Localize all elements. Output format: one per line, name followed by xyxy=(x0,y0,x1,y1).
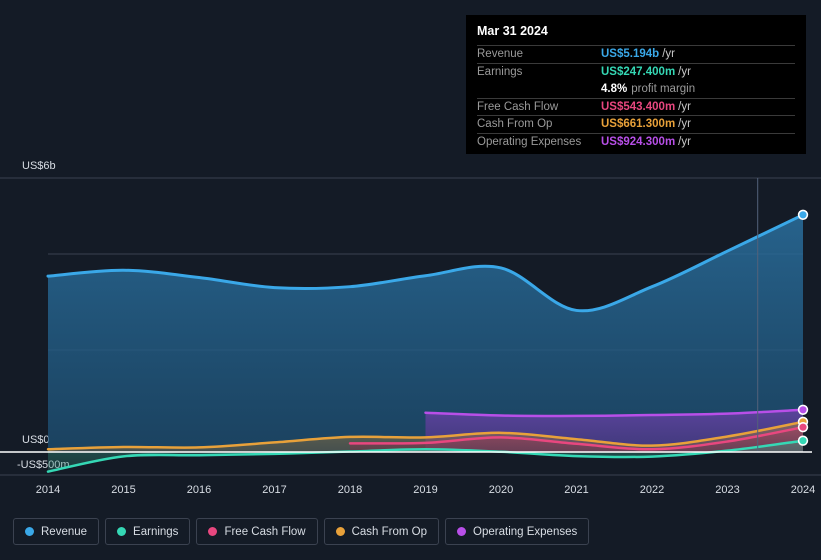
legend-color-dot-icon xyxy=(117,527,127,536)
tooltip-row: Cash From Op US$661.300m/yr xyxy=(477,115,795,133)
chart-tooltip: Mar 31 2024 Revenue US$5.194b/yr Earnings U… xyxy=(466,15,806,154)
tooltip-row-unit: /yr xyxy=(678,135,691,148)
tooltip-row-unit: /yr xyxy=(678,65,691,78)
legend-item-label: Free Cash Flow xyxy=(224,525,306,538)
legend-color-dot-icon xyxy=(335,527,345,536)
legend-item-label: Earnings xyxy=(133,525,179,538)
chart-legend[interactable]: Revenue Earnings Free Cash Flow Cash From O… xyxy=(13,518,590,545)
tooltip-row-value: US$247.400m xyxy=(601,65,676,78)
x-axis-tick-2018: 2018 xyxy=(337,484,363,496)
end-marker-dot xyxy=(799,423,807,431)
end-marker-earnings[interactable] xyxy=(797,435,809,446)
tooltip-row-unit: /yr xyxy=(662,48,675,61)
x-axis-tick-2023: 2023 xyxy=(715,484,740,496)
tooltip-row: 4.8% profit margin xyxy=(477,80,795,98)
tooltip-row-value: US$924.300m xyxy=(601,135,676,148)
tooltip-row-value: 4.8% xyxy=(601,82,628,95)
tooltip-row-unit: /yr xyxy=(678,100,691,113)
x-axis-tick-2019: 2019 xyxy=(413,484,438,496)
legend-color-dot-icon xyxy=(457,527,467,536)
tooltip-row: Free Cash Flow US$543.400m/yr xyxy=(477,97,795,116)
chart-page: Mar 31 2024 Revenue US$5.194b/yr Earnings U… xyxy=(0,0,821,560)
tooltip-row-value: US$661.300m xyxy=(601,118,676,131)
tooltip-row-label: Cash From Op xyxy=(477,118,553,131)
legend-item-free-cash-flow[interactable]: Free Cash Flow xyxy=(196,518,318,545)
legend-item-cash-from-op[interactable]: Cash From Op xyxy=(323,518,440,545)
end-marker-free-cash-flow[interactable] xyxy=(797,421,809,433)
x-axis-tick-2022: 2022 xyxy=(639,484,665,496)
end-marker-dot xyxy=(799,437,807,445)
end-marker-revenue[interactable] xyxy=(797,209,809,221)
legend-item-label: Cash From Op xyxy=(351,525,428,538)
legend-color-dot-icon xyxy=(25,527,34,536)
legend-item-operating-expenses[interactable]: Operating Expenses xyxy=(445,518,590,545)
tooltip-row: Operating Expenses US$924.300m/yr xyxy=(477,132,795,151)
x-axis-tick-2015: 2015 xyxy=(111,484,136,496)
legend-item-revenue[interactable]: Revenue xyxy=(13,518,100,545)
x-axis-tick-2020: 2020 xyxy=(488,484,514,496)
x-axis-tick-2021: 2021 xyxy=(564,484,589,496)
tooltip-rows: Revenue US$5.194b/yr Earnings US$247.400m/y… xyxy=(477,45,795,150)
x-axis-tick-2016: 2016 xyxy=(186,484,212,496)
legend-color-dot-icon xyxy=(208,527,218,536)
tooltip-row-label: Earnings xyxy=(477,65,523,78)
legend-item-label: Operating Expenses xyxy=(473,525,578,538)
tooltip-row-value: US$5.194b xyxy=(601,48,660,61)
tooltip-row-label: Revenue xyxy=(477,48,524,61)
tooltip-row: Earnings US$247.400m/yr xyxy=(477,62,795,81)
end-marker-dot xyxy=(799,211,807,219)
legend-item-label: Revenue xyxy=(41,525,88,538)
x-axis-tick-2024: 2024 xyxy=(790,484,816,496)
tooltip-row: Revenue US$5.194b/yr xyxy=(477,45,795,63)
legend-item-earnings[interactable]: Earnings xyxy=(105,518,191,545)
tooltip-row-unit: /yr xyxy=(678,118,691,131)
chart-plot-area[interactable] xyxy=(0,158,821,483)
tooltip-profit-margin-label: profit margin xyxy=(631,82,696,95)
tooltip-row-value: US$543.400m xyxy=(601,100,676,113)
tooltip-row-label: Operating Expenses xyxy=(477,135,582,148)
end-marker-operating-expenses[interactable] xyxy=(797,404,809,415)
tooltip-row-label: Free Cash Flow xyxy=(477,100,559,113)
x-axis: 2014 2015 2016 2017 2018 2019 2020 2021 2022 2023… xyxy=(0,484,821,502)
x-axis-tick-2017: 2017 xyxy=(262,484,287,496)
chart-svg[interactable] xyxy=(0,158,821,483)
tooltip-date: Mar 31 2024 xyxy=(477,24,548,38)
x-axis-tick-2014: 2014 xyxy=(35,484,61,496)
end-marker-dot xyxy=(799,406,807,414)
